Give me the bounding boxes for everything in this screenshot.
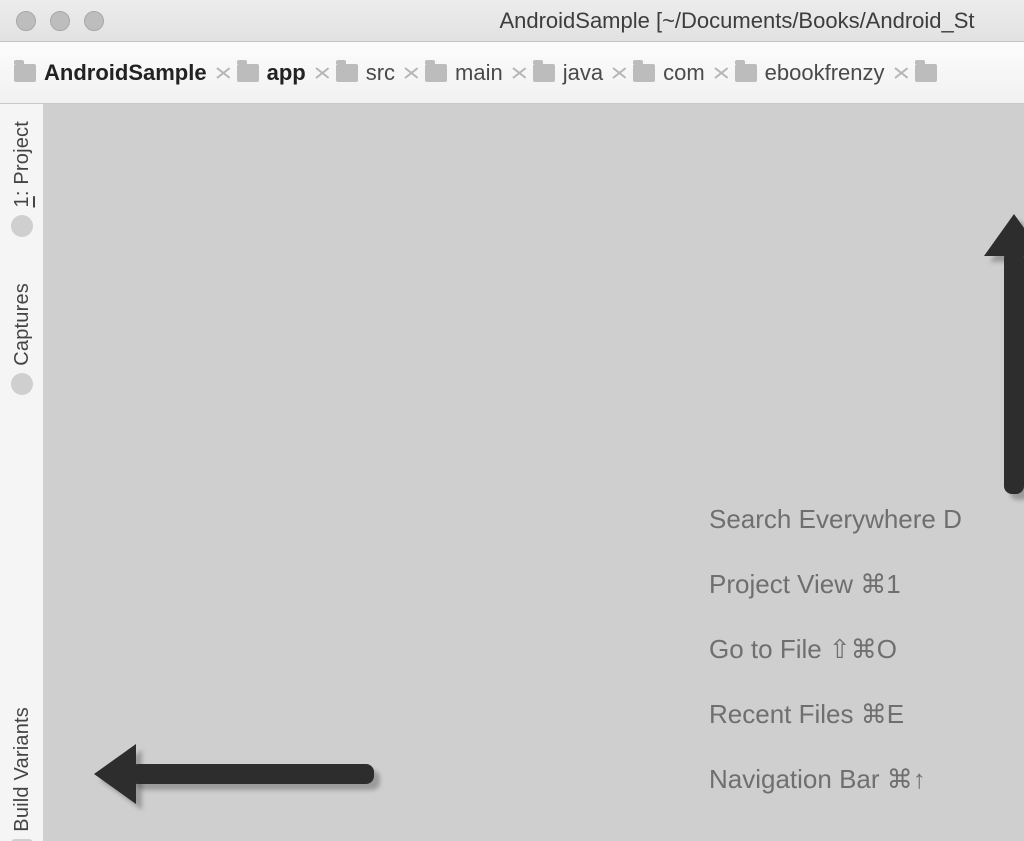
breadcrumb-label: main [453,60,505,86]
editor-empty-area: Search Everywhere D Project View ⌘1 Go t… [44,104,1024,841]
left-toolwindow-bar: 1: Project Captures Build Variants [0,104,44,841]
chevron-right-icon [405,59,419,87]
breadcrumb-item[interactable] [913,64,941,82]
hint-search-everywhere: Search Everywhere D [709,504,1024,535]
breadcrumb-item[interactable]: src [334,60,401,86]
toolwindow-tab-project[interactable]: 1: Project [0,114,44,244]
breadcrumb-item[interactable]: java [531,60,609,86]
navigation-bar[interactable]: AndroidSample app src main java com [0,42,1024,104]
folder-icon [336,64,358,82]
breadcrumb-item[interactable]: app [235,60,312,86]
hint-project-view: Project View ⌘1 [709,569,1024,600]
hint-goto-file: Go to File ⇧⌘O [709,634,1024,665]
annotation-arrow-left [94,744,374,804]
breadcrumb-label: ebookfrenzy [763,60,887,86]
breadcrumb-item[interactable]: main [423,60,509,86]
toolwindow-tab-label: Build Variants [11,707,34,832]
folder-icon [915,64,937,82]
folder-icon [425,64,447,82]
toolwindow-tab-build-variants[interactable]: Build Variants [0,684,44,841]
titlebar: AndroidSample [~/Documents/Books/Android… [0,0,1024,42]
folder-icon [533,64,555,82]
breadcrumb-item[interactable]: ebookfrenzy [733,60,891,86]
breadcrumb-item[interactable]: AndroidSample [12,60,213,86]
breadcrumb-label: AndroidSample [42,60,209,86]
quick-actions-hints: Search Everywhere D Project View ⌘1 Go t… [709,504,1024,795]
chevron-right-icon [217,59,231,87]
toolwindow-tab-label: Captures [11,283,34,366]
breadcrumb-label: app [265,60,308,86]
toolwindow-tab-label: 1: Project [11,121,34,208]
toolwindow-tab-captures[interactable]: Captures [0,274,44,404]
zoom-window-button[interactable] [84,11,104,31]
hint-recent-files: Recent Files ⌘E [709,699,1024,730]
breadcrumb-item[interactable]: com [631,60,711,86]
window-controls [16,11,104,31]
chevron-right-icon [895,59,909,87]
breadcrumb-label: src [364,60,397,86]
chevron-right-icon [715,59,729,87]
module-icon [14,64,36,82]
project-icon [11,215,33,237]
folder-icon [735,64,757,82]
captures-icon [11,373,33,395]
annotation-arrow-up [984,214,1024,494]
minimize-window-button[interactable] [50,11,70,31]
window-title: AndroidSample [~/Documents/Books/Android… [0,8,1024,34]
chevron-right-icon [513,59,527,87]
breadcrumb-label: java [561,60,605,86]
chevron-right-icon [316,59,330,87]
hint-navigation-bar: Navigation Bar ⌘↑ [709,764,1024,795]
folder-icon [237,64,259,82]
close-window-button[interactable] [16,11,36,31]
chevron-right-icon [613,59,627,87]
breadcrumb-label: com [661,60,707,86]
ide-window: AndroidSample [~/Documents/Books/Android… [0,0,1024,841]
folder-icon [633,64,655,82]
